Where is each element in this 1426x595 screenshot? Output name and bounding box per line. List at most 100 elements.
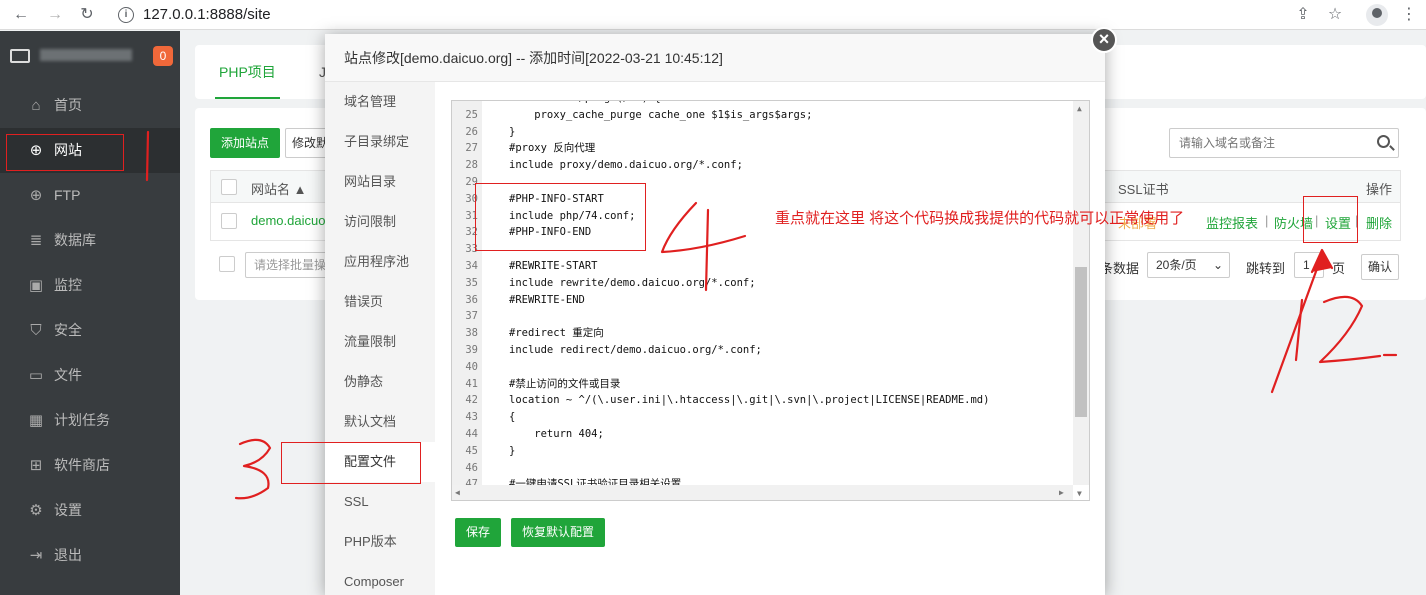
globe-icon: ⊕ bbox=[29, 187, 43, 204]
code-line: 46 bbox=[452, 460, 1072, 477]
scroll-left-icon[interactable]: ◀ bbox=[455, 488, 460, 497]
browser-toolbar: ← → ↻ i 127.0.0.1:8888/site ⇪ ☆ ⋮ bbox=[0, 0, 1426, 30]
page-number-input[interactable]: 1 bbox=[1294, 252, 1324, 278]
row-checkbox[interactable] bbox=[221, 213, 237, 229]
more-menu-icon[interactable]: ⋮ bbox=[1398, 4, 1420, 26]
bookmark-star-icon[interactable]: ☆ bbox=[1324, 4, 1346, 26]
back-icon[interactable]: ← bbox=[10, 4, 32, 26]
menu-subdirectory-binding[interactable]: 子目录绑定 bbox=[325, 122, 435, 162]
scroll-right-icon[interactable]: ▶ bbox=[1059, 488, 1064, 497]
vertical-scrollbar[interactable]: ▲ ▼ bbox=[1073, 101, 1089, 498]
code-text: #redirect 重定向 bbox=[509, 327, 604, 340]
sidebar-item-files[interactable]: ▭ 文件 bbox=[0, 353, 180, 398]
code-line: 41 #禁止访问的文件或目录 bbox=[452, 376, 1072, 393]
scroll-up-icon[interactable]: ▲ bbox=[1077, 104, 1082, 113]
menu-rewrite[interactable]: 伪静态 bbox=[325, 362, 435, 402]
address-bar[interactable]: 127.0.0.1:8888/site bbox=[143, 6, 271, 23]
data-count-label: 条数据 bbox=[1100, 261, 1140, 276]
sidebar-item-cron[interactable]: ▦ 计划任务 bbox=[0, 398, 180, 443]
site-search bbox=[1169, 128, 1399, 158]
line-number: 43 bbox=[465, 411, 478, 424]
code-line: 34 #REWRITE-START bbox=[452, 258, 1072, 275]
line-number: 35 bbox=[465, 276, 478, 289]
database-icon: ≣ bbox=[29, 232, 43, 249]
forward-icon[interactable]: → bbox=[44, 4, 66, 26]
home-icon: ⌂ bbox=[31, 97, 41, 114]
sidebar-item-settings[interactable]: ⚙ 设置 bbox=[0, 488, 180, 533]
sidebar-item-security[interactable]: ⛉ 安全 bbox=[0, 308, 180, 353]
line-number: 36 bbox=[465, 293, 478, 306]
sidebar-item-label: 首页 bbox=[54, 97, 82, 113]
select-all-checkbox[interactable] bbox=[221, 179, 237, 195]
code-text: location ~ /purge(/.*) { bbox=[509, 101, 661, 107]
profile-avatar-icon[interactable] bbox=[1366, 4, 1388, 26]
menu-domain-management[interactable]: 域名管理 bbox=[325, 82, 435, 122]
gear-icon: ⚙ bbox=[29, 502, 43, 519]
sidebar-item-label: 退出 bbox=[54, 547, 82, 563]
line-number: 38 bbox=[465, 327, 478, 340]
sidebar-item-logout[interactable]: ⇥ 退出 bbox=[0, 533, 180, 578]
menu-php-version[interactable]: PHP版本 bbox=[325, 522, 435, 562]
column-operations: 操作 bbox=[1366, 182, 1393, 197]
annotation-box-config-file bbox=[281, 442, 421, 484]
menu-access-limit[interactable]: 访问限制 bbox=[325, 202, 435, 242]
scroll-down-icon[interactable]: ▼ bbox=[1077, 489, 1082, 498]
sidebar-item-home[interactable]: ⌂ 首页 bbox=[0, 83, 180, 128]
line-number: 34 bbox=[465, 259, 478, 272]
add-site-button[interactable]: 添加站点 bbox=[210, 128, 280, 158]
page-size-select[interactable]: 20条/页 ⌄ bbox=[1147, 252, 1230, 278]
line-number: 46 bbox=[465, 461, 478, 474]
sidebar-item-ftp[interactable]: ⊕ FTP bbox=[0, 173, 180, 218]
line-number: 27 bbox=[465, 142, 478, 155]
jump-to-label: 跳转到 bbox=[1246, 261, 1286, 276]
close-icon[interactable]: × bbox=[1091, 27, 1117, 53]
search-input[interactable] bbox=[1170, 129, 1360, 157]
notification-badge[interactable]: 0 bbox=[153, 46, 173, 66]
line-number: 24 bbox=[452, 101, 478, 107]
confirm-jump-button[interactable]: 确认 bbox=[1361, 254, 1399, 280]
menu-traffic-limit[interactable]: 流量限制 bbox=[325, 322, 435, 362]
search-icon[interactable] bbox=[1377, 135, 1390, 148]
sidebar-item-label: FTP bbox=[54, 187, 81, 203]
annotation-box-settings bbox=[1303, 196, 1358, 243]
code-line: 42 location ~ ^/(\.user.ini|\.htaccess|\.… bbox=[452, 392, 1072, 409]
page-unit-label: 页 bbox=[1332, 261, 1346, 276]
site-name-link[interactable]: demo.daicuo bbox=[251, 213, 325, 228]
column-site-name[interactable]: 网站名 ▲ bbox=[251, 179, 306, 198]
sidebar-item-label: 数据库 bbox=[54, 232, 96, 248]
menu-composer[interactable]: Composer bbox=[325, 562, 435, 595]
site-info-icon[interactable]: i bbox=[118, 7, 134, 23]
sidebar-item-label: 软件商店 bbox=[54, 457, 110, 473]
horizontal-scrollbar[interactable]: ◀ ▶ bbox=[452, 485, 1073, 500]
calendar-icon: ▦ bbox=[28, 412, 44, 429]
op-separator: | bbox=[1265, 213, 1269, 228]
tab-php-project[interactable]: PHP项目 bbox=[215, 45, 280, 99]
monitor-report-link[interactable]: 监控报表 bbox=[1206, 213, 1258, 232]
save-button[interactable]: 保存 bbox=[455, 518, 501, 547]
delete-link[interactable]: 删除 bbox=[1366, 213, 1392, 232]
batch-operation-select[interactable]: 请选择批量操作 bbox=[245, 252, 335, 278]
sidebar-item-database[interactable]: ≣ 数据库 bbox=[0, 218, 180, 263]
menu-site-directory[interactable]: 网站目录 bbox=[325, 162, 435, 202]
menu-default-document[interactable]: 默认文档 bbox=[325, 402, 435, 442]
code-line: 35 include rewrite/demo.daicuo.org/*.conf… bbox=[452, 275, 1072, 292]
menu-ssl[interactable]: SSL bbox=[325, 482, 435, 522]
logout-icon: ⇥ bbox=[29, 547, 43, 564]
reload-icon[interactable]: ↻ bbox=[76, 4, 98, 26]
code-line: 27 #proxy 反向代理 bbox=[452, 140, 1072, 157]
restore-default-button[interactable]: 恢复默认配置 bbox=[511, 518, 605, 547]
monitor-icon: ▣ bbox=[28, 277, 44, 294]
sidebar-item-app-store[interactable]: ⊞ 软件商店 bbox=[0, 443, 180, 488]
code-text: include redirect/demo.daicuo.org/*.conf; bbox=[509, 343, 762, 356]
batch-checkbox[interactable] bbox=[219, 256, 235, 272]
annotation-note: 重点就在这里 将这个代码换成我提供的代码就可以正常使用了 bbox=[775, 210, 1185, 227]
apps-icon: ⊞ bbox=[29, 457, 43, 474]
menu-error-page[interactable]: 错误页 bbox=[325, 282, 435, 322]
sidebar-item-monitor[interactable]: ▣ 监控 bbox=[0, 263, 180, 308]
config-editor[interactable]: 24location ~ /purge(/.*) {25 proxy_cache… bbox=[451, 100, 1090, 501]
menu-app-pool[interactable]: 应用程序池 bbox=[325, 242, 435, 282]
line-number: 42 bbox=[465, 394, 478, 407]
code-line: 45} bbox=[452, 443, 1072, 460]
scrollbar-thumb[interactable] bbox=[1075, 267, 1087, 417]
share-icon[interactable]: ⇪ bbox=[1292, 4, 1314, 26]
